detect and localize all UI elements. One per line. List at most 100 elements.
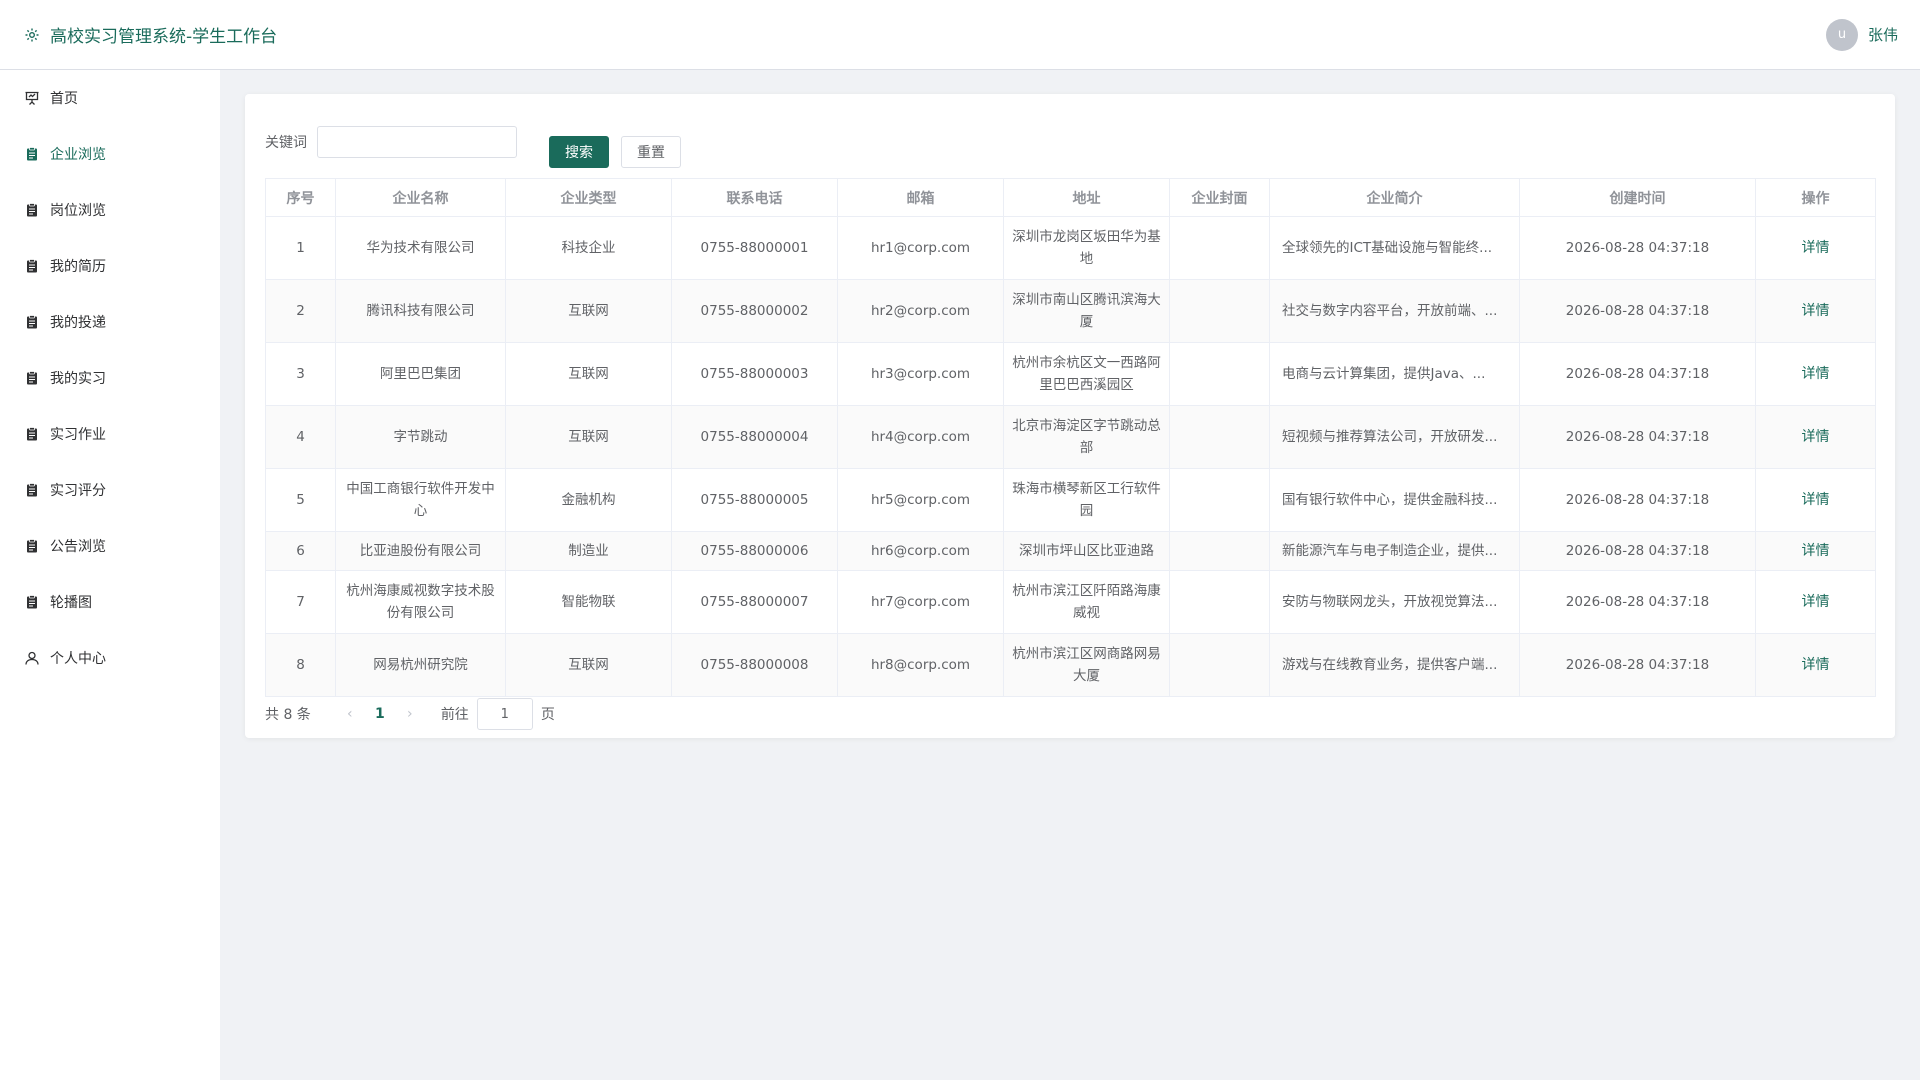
cell-email: hr2@corp.com <box>837 279 1004 343</box>
cell-email: hr6@corp.com <box>837 531 1004 571</box>
cell-no: 8 <box>265 633 336 697</box>
cell-created: 2026-08-28 04:37:18 <box>1519 342 1756 406</box>
sidebar-item-label: 我的投递 <box>50 315 106 331</box>
avatar[interactable]: u <box>1825 18 1858 51</box>
cell-email: hr5@corp.com <box>837 468 1004 532</box>
cell-type: 互联网 <box>505 633 672 697</box>
cell-addr: 深圳市坪山区比亚迪路 <box>1003 531 1170 571</box>
search-button[interactable]: 搜索 <box>549 136 609 168</box>
next-page-icon[interactable]: › <box>395 706 425 722</box>
cell-addr: 杭州市余杭区文一西路阿里巴巴西溪园区 <box>1003 342 1170 406</box>
table-row[interactable]: 6 比亚迪股份有限公司 制造业 0755-88000006 hr6@corp.com 深圳… <box>265 531 1876 571</box>
sidebar-item-7[interactable]: 实习评分 <box>0 462 220 518</box>
prev-page-icon[interactable]: ‹ <box>335 706 365 722</box>
cell-action: 详情 <box>1755 468 1876 532</box>
clipboard-icon <box>24 370 40 386</box>
column-header: 联系电话 <box>671 178 838 217</box>
sidebar-item-1[interactable]: 企业浏览 <box>0 126 220 182</box>
cell-type: 智能物联 <box>505 570 672 634</box>
cell-type: 互联网 <box>505 405 672 469</box>
cell-created: 2026-08-28 04:37:18 <box>1519 216 1756 280</box>
cell-name: 华为技术有限公司 <box>335 216 506 280</box>
detail-link[interactable]: 详情 <box>1802 543 1830 559</box>
cell-cover <box>1169 279 1270 343</box>
user-menu[interactable]: u 张伟 <box>1825 18 1898 51</box>
goto-page-input[interactable] <box>476 698 533 730</box>
username[interactable]: 张伟 <box>1868 24 1898 45</box>
sidebar-item-10[interactable]: 个人中心 <box>0 630 220 686</box>
cell-intro: 国有银行软件中心，提供金融科技... <box>1269 468 1520 532</box>
cell-addr: 珠海市横琴新区工行软件园 <box>1003 468 1170 532</box>
cell-phone: 0755-88000008 <box>671 633 838 697</box>
cell-name: 网易杭州研究院 <box>335 633 506 697</box>
cell-phone: 0755-88000002 <box>671 279 838 343</box>
cell-created: 2026-08-28 04:37:18 <box>1519 405 1756 469</box>
sidebar-item-2[interactable]: 岗位浏览 <box>0 182 220 238</box>
detail-link[interactable]: 详情 <box>1802 366 1830 382</box>
detail-link[interactable]: 详情 <box>1802 429 1830 445</box>
enterprise-list-card: 关键词 搜索 重置 序号 企业名称 企业类型 联系电话 邮箱 地址 企业封面 企业简介 创建时间… <box>245 94 1895 738</box>
reset-button[interactable]: 重置 <box>621 136 681 168</box>
cell-action: 详情 <box>1755 531 1876 571</box>
table-row[interactable]: 2 腾讯科技有限公司 互联网 0755-88000002 hr2@corp.com 深圳市… <box>265 279 1876 343</box>
sidebar-item-6[interactable]: 实习作业 <box>0 406 220 462</box>
clipboard-icon <box>24 426 40 442</box>
cell-created: 2026-08-28 04:37:18 <box>1519 570 1756 634</box>
sidebar-item-5[interactable]: 我的实习 <box>0 350 220 406</box>
sidebar: 首页 企业浏览 岗位浏览 我的简历我的投递我的实习实习作业实习评分公告浏览 轮播图 个人中… <box>0 70 220 1080</box>
cell-action: 详情 <box>1755 570 1876 634</box>
table-row[interactable]: 5 中国工商银行软件开发中心 金融机构 0755-88000005 hr5@corp.c… <box>265 468 1876 532</box>
keyword-input[interactable] <box>317 126 517 158</box>
column-header: 企业简介 <box>1269 178 1520 217</box>
column-header: 邮箱 <box>837 178 1004 217</box>
keyword-label: 关键词 <box>265 135 307 151</box>
cell-email: hr8@corp.com <box>837 633 1004 697</box>
cell-name: 腾讯科技有限公司 <box>335 279 506 343</box>
sidebar-item-8[interactable]: 公告浏览 <box>0 518 220 574</box>
cell-addr: 杭州市滨江区阡陌路海康威视 <box>1003 570 1170 634</box>
page-number-current[interactable]: 1 <box>365 706 395 722</box>
cell-phone: 0755-88000004 <box>671 405 838 469</box>
detail-link[interactable]: 详情 <box>1802 657 1830 673</box>
cell-type: 金融机构 <box>505 468 672 532</box>
cell-email: hr4@corp.com <box>837 405 1004 469</box>
column-header: 企业封面 <box>1169 178 1270 217</box>
brand[interactable]: 高校实习管理系统-学生工作台 <box>24 22 277 47</box>
detail-link[interactable]: 详情 <box>1802 240 1830 256</box>
table-row[interactable]: 7 杭州海康威视数字技术股份有限公司 智能物联 0755-88000007 hr7@co… <box>265 570 1876 634</box>
cell-action: 详情 <box>1755 279 1876 343</box>
sidebar-item-0[interactable]: 首页 <box>0 70 220 126</box>
cell-addr: 深圳市龙岗区坂田华为基地 <box>1003 216 1170 280</box>
table-header-row: 序号 企业名称 企业类型 联系电话 邮箱 地址 企业封面 企业简介 创建时间 操作 <box>265 178 1876 217</box>
clipboard-icon <box>24 594 40 610</box>
clipboard-icon <box>24 146 40 162</box>
cell-no: 2 <box>265 279 336 343</box>
cell-intro: 游戏与在线教育业务，提供客户端... <box>1269 633 1520 697</box>
cell-email: hr7@corp.com <box>837 570 1004 634</box>
cell-created: 2026-08-28 04:37:18 <box>1519 279 1756 343</box>
cell-type: 互联网 <box>505 342 672 406</box>
sidebar-item-9[interactable]: 轮播图 <box>0 574 220 630</box>
table-row[interactable]: 1 华为技术有限公司 科技企业 0755-88000001 hr1@corp.com 深圳… <box>265 216 1876 280</box>
table-row[interactable]: 8 网易杭州研究院 互联网 0755-88000008 hr8@corp.com 杭州市滨… <box>265 633 1876 697</box>
cell-created: 2026-08-28 04:37:18 <box>1519 531 1756 571</box>
column-header: 序号 <box>265 178 336 217</box>
detail-link[interactable]: 详情 <box>1802 303 1830 319</box>
cell-phone: 0755-88000007 <box>671 570 838 634</box>
detail-link[interactable]: 详情 <box>1802 594 1830 610</box>
column-header: 操作 <box>1755 178 1876 217</box>
total-count: 共 8 条 <box>265 707 311 723</box>
column-header: 创建时间 <box>1519 178 1756 217</box>
user-icon <box>24 650 40 666</box>
cell-no: 4 <box>265 405 336 469</box>
table-row[interactable]: 4 字节跳动 互联网 0755-88000004 hr4@corp.com 北京市海淀区字… <box>265 405 1876 469</box>
table-row[interactable]: 3 阿里巴巴集团 互联网 0755-88000003 hr3@corp.com 杭州市余杭… <box>265 342 1876 406</box>
sidebar-item-label: 实习作业 <box>50 427 106 443</box>
column-header: 地址 <box>1003 178 1170 217</box>
sidebar-item-4[interactable]: 我的投递 <box>0 294 220 350</box>
sidebar-item-3[interactable]: 我的简历 <box>0 238 220 294</box>
cell-email: hr1@corp.com <box>837 216 1004 280</box>
detail-link[interactable]: 详情 <box>1802 492 1830 508</box>
cell-action: 详情 <box>1755 342 1876 406</box>
sidebar-item-label: 实习评分 <box>50 483 106 499</box>
